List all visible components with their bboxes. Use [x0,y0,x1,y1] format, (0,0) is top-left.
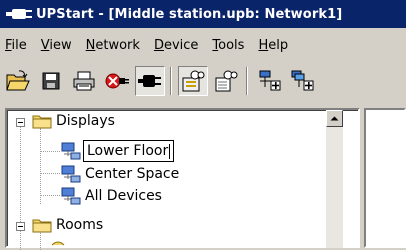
toolbar-separator [246,67,248,95]
tree-node-all-devices[interactable]: All Devices [61,187,162,205]
tree-node-rooms[interactable]: Rooms [32,216,103,234]
scroll-up-button[interactable] [326,110,343,127]
tree-panel[interactable]: Displays Lower Floor Center Space All De… [5,108,360,250]
add-device-icon [259,70,281,91]
display-icon [61,187,81,205]
text-caret [169,143,171,159]
tree-node-label: Center Space [85,166,180,182]
disconnect-button[interactable] [102,66,132,96]
print-icon [73,71,95,91]
tree-connector [40,232,41,250]
open-button[interactable] [3,66,33,96]
menu-file[interactable]: File [0,38,34,53]
rename-input-value: Lower Floor [87,143,169,159]
tree-node-label: Rooms [56,217,104,233]
add-device-button[interactable] [254,66,284,96]
print-button[interactable] [69,66,99,96]
collapse-rooms-toggle[interactable] [16,222,25,231]
menu-device[interactable]: Device [147,38,205,53]
open-folder-icon [6,70,30,91]
tree-node-label: All Devices [85,188,162,204]
menu-network[interactable]: Network [79,38,147,53]
tree-connector [40,173,60,174]
glasses-doc-icon [215,70,238,92]
disconnect-plug-icon [105,73,129,89]
tree-connector [40,151,60,152]
glasses-view-icon [182,70,205,92]
tree-connector [40,195,60,196]
tree-node-displays[interactable]: Displays [32,112,115,130]
view-devices-button[interactable] [178,66,208,96]
window-title: UPStart - [Middle station.upb: Network1] [36,6,343,22]
folder-icon [32,219,52,232]
scroll-up-arrow-icon [330,116,339,121]
detail-panel[interactable] [364,108,406,248]
tree-node-lower-floor[interactable]: Lower Floor [61,140,175,162]
menu-help[interactable]: Help [251,38,295,53]
collapse-displays-toggle[interactable] [16,118,25,127]
tree-connector [20,125,21,250]
tree-connector [40,128,41,204]
display-icon [61,165,81,183]
rename-input[interactable]: Lower Floor [83,140,175,162]
add-link-button[interactable] [287,66,317,96]
toolbar-separator [170,67,172,95]
menu-tools[interactable]: Tools [205,38,251,53]
plug-app-icon [6,9,32,19]
save-disk-icon [42,72,60,90]
add-link-icon [291,70,314,91]
vertical-scrollbar[interactable] [326,110,343,248]
menu-view[interactable]: View [34,38,79,53]
save-button[interactable] [36,66,66,96]
tree-node-center-space[interactable]: Center Space [61,165,179,183]
tree-node-label: Displays [56,113,115,129]
connect-button[interactable] [135,66,165,96]
view-links-button[interactable] [211,66,241,96]
display-icon [61,142,81,160]
connect-plug-icon [138,75,161,87]
folder-icon [51,241,65,246]
menu-bar: File View Network Device Tools Help [0,34,406,56]
title-bar[interactable]: UPStart - [Middle station.upb: Network1] [0,0,406,28]
folder-icon [32,115,52,128]
toolbar [0,59,406,103]
